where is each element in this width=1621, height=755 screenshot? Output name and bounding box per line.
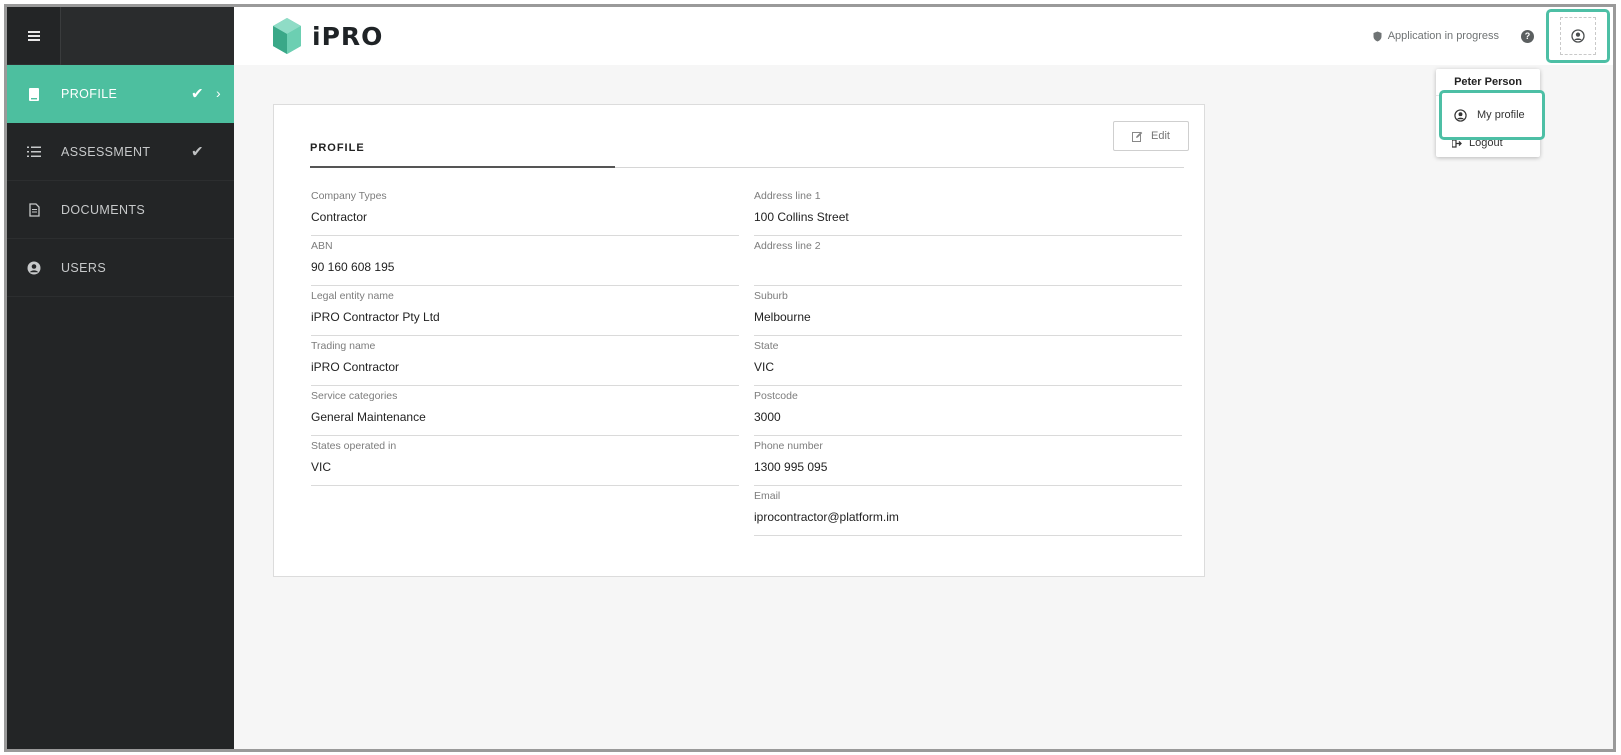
sidebar-item-label: DOCUMENTS xyxy=(61,202,146,217)
status-text: Application in progress xyxy=(1387,30,1499,42)
field-abn: ABN 90 160 608 195 xyxy=(311,236,739,286)
profile-fields-left: Company Types Contractor ABN 90 160 608 … xyxy=(311,186,739,486)
check-icon: ✔ xyxy=(191,143,204,161)
profile-card: PROFILE Edit Company Types Contractor AB… xyxy=(273,104,1205,577)
field-trading-name: Trading name iPRO Contractor xyxy=(311,336,739,386)
sidebar-top xyxy=(7,7,234,65)
chevron-right-icon: › xyxy=(215,85,221,102)
user-menu-button[interactable] xyxy=(1560,17,1596,55)
field-email: Email iprocontractor@platform.im xyxy=(754,486,1182,536)
field-state: State VIC xyxy=(754,336,1182,386)
my-profile-menu-item[interactable]: My profile xyxy=(1439,90,1545,140)
menu-toggle-button[interactable] xyxy=(7,7,61,65)
field-company-types: Company Types Contractor xyxy=(311,186,739,236)
sidebar-item-documents[interactable]: DOCUMENTS xyxy=(7,181,234,239)
check-icon: ✔ xyxy=(191,85,204,103)
user-menu-highlight xyxy=(1546,9,1610,63)
top-header: iPRO Application in progress ? xyxy=(234,7,1613,65)
sidebar-item-assessment[interactable]: ASSESSMENT ✔ xyxy=(7,123,234,181)
document-icon xyxy=(7,202,61,217)
edit-icon xyxy=(1132,131,1143,142)
hamburger-icon xyxy=(27,29,40,43)
tab-profile[interactable]: PROFILE xyxy=(310,142,365,154)
field-phone-number: Phone number 1300 995 095 xyxy=(754,436,1182,486)
sidebar: PROFILE ✔ › ASSESSMENT ✔ DOCUMENTS USERS xyxy=(7,7,234,749)
application-status: Application in progress xyxy=(1373,30,1499,42)
edit-button[interactable]: Edit xyxy=(1113,121,1189,151)
shield-icon xyxy=(1373,31,1382,41)
list-icon xyxy=(7,146,61,158)
card-tab-row: PROFILE xyxy=(310,138,1184,168)
user-circle-icon xyxy=(7,261,61,275)
help-icon[interactable]: ? xyxy=(1521,29,1534,43)
user-circle-icon xyxy=(1571,29,1585,43)
field-states-operated-in: States operated in VIC xyxy=(311,436,739,486)
field-address-line-2: Address line 2 xyxy=(754,236,1182,286)
logo-text: iPRO xyxy=(312,21,384,51)
sidebar-item-label: USERS xyxy=(61,260,107,275)
sidebar-item-users[interactable]: USERS xyxy=(7,239,234,297)
ipro-logo[interactable]: iPRO xyxy=(272,17,383,55)
field-postcode: Postcode 3000 xyxy=(754,386,1182,436)
edit-label: Edit xyxy=(1151,130,1170,142)
my-profile-label: My profile xyxy=(1477,109,1525,121)
sidebar-item-profile[interactable]: PROFILE ✔ › xyxy=(7,65,234,123)
user-circle-icon xyxy=(1454,108,1467,122)
sidebar-item-label: ASSESSMENT xyxy=(61,144,151,159)
field-legal-entity-name: Legal entity name iPRO Contractor Pty Lt… xyxy=(311,286,739,336)
clipboard-icon xyxy=(7,87,61,102)
field-suburb: Suburb Melbourne xyxy=(754,286,1182,336)
ipro-logo-icon xyxy=(273,18,301,54)
sidebar-item-label: PROFILE xyxy=(61,87,118,101)
app-window: PROFILE ✔ › ASSESSMENT ✔ DOCUMENTS USERS… xyxy=(4,4,1616,752)
field-address-line-1: Address line 1 100 Collins Street xyxy=(754,186,1182,236)
field-service-categories: Service categories General Maintenance xyxy=(311,386,739,436)
profile-fields-right: Address line 1 100 Collins Street Addres… xyxy=(754,186,1182,536)
